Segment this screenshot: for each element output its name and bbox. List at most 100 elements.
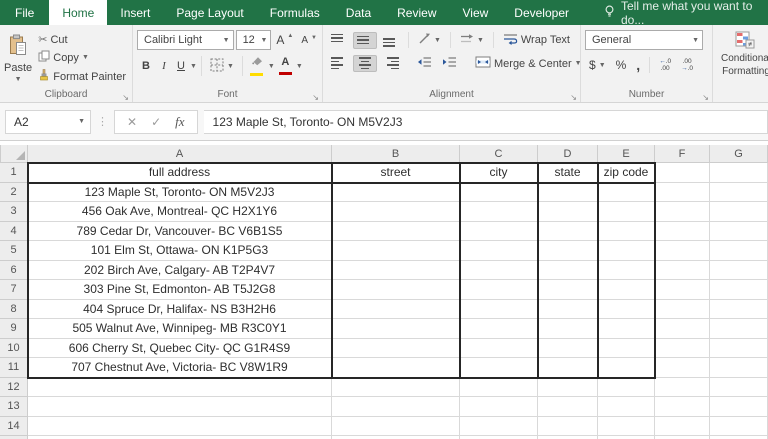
cell-B14[interactable] [332, 417, 460, 437]
cell-C1[interactable]: city [460, 163, 538, 183]
fill-color-dropdown-arrow[interactable]: ▼ [268, 63, 275, 70]
cell-D2[interactable] [538, 183, 598, 203]
cell-A6[interactable]: 202 Birch Ave, Calgary- AB T2P4V7 [28, 261, 332, 281]
row-header-5[interactable]: 5 [0, 241, 28, 261]
cell-B3[interactable] [332, 202, 460, 222]
cell-E2[interactable] [598, 183, 655, 203]
cell-B9[interactable] [332, 319, 460, 339]
cell-F7[interactable] [655, 280, 710, 300]
cell-E1[interactable]: zip code [598, 163, 655, 183]
cell-E13[interactable] [598, 397, 655, 417]
cell-A5[interactable]: 101 Elm St, Ottawa- ON K1P5G3 [28, 241, 332, 261]
cell-F11[interactable] [655, 358, 710, 378]
cell-G13[interactable] [710, 397, 768, 417]
cell-D14[interactable] [538, 417, 598, 437]
font-name-combo[interactable]: Calibri Light ▼ [137, 30, 234, 50]
merge-center-button[interactable]: Merge & Center ▼ [471, 54, 586, 73]
align-top-button[interactable] [327, 32, 351, 49]
cell-G2[interactable] [710, 183, 768, 203]
formula-input[interactable]: 123 Maple St, Toronto- ON M5V2J3 [204, 110, 768, 134]
row-header-6[interactable]: 6 [0, 261, 28, 281]
cell-D7[interactable] [538, 280, 598, 300]
text-direction-button[interactable]: ▼ [456, 31, 488, 50]
cell-G3[interactable] [710, 202, 768, 222]
paste-button[interactable]: Paste ▼ [4, 28, 32, 88]
row-header-7[interactable]: 7 [0, 280, 28, 300]
align-right-button[interactable] [379, 55, 403, 72]
font-color-dropdown-arrow[interactable]: ▼ [296, 63, 303, 70]
cell-F4[interactable] [655, 222, 710, 242]
cell-C14[interactable] [460, 417, 538, 437]
percent-style-button[interactable]: % [612, 56, 631, 74]
column-header-A[interactable]: A [28, 145, 332, 163]
tab-file[interactable]: File [0, 0, 49, 25]
cell-C7[interactable] [460, 280, 538, 300]
row-header-13[interactable]: 13 [0, 397, 28, 417]
cell-E14[interactable] [598, 417, 655, 437]
borders-button[interactable]: ▼ [206, 56, 238, 77]
cell-C10[interactable] [460, 339, 538, 359]
increase-indent-button[interactable] [438, 54, 461, 73]
font-color-button[interactable]: A [276, 55, 295, 77]
formula-bar-resize-handle[interactable]: ⋮ [91, 115, 114, 128]
align-bottom-button[interactable] [379, 32, 403, 49]
align-middle-button[interactable] [353, 32, 377, 49]
tab-developer[interactable]: Developer [501, 0, 582, 25]
cell-B6[interactable] [332, 261, 460, 281]
tab-view[interactable]: View [450, 0, 502, 25]
cell-E10[interactable] [598, 339, 655, 359]
cut-button[interactable]: ✂ Cut [34, 31, 130, 48]
cell-E9[interactable] [598, 319, 655, 339]
bold-button[interactable]: B [137, 58, 155, 74]
cell-B5[interactable] [332, 241, 460, 261]
column-header-G[interactable]: G [710, 145, 768, 163]
copy-button[interactable]: Copy ▼ [34, 48, 130, 67]
tab-page-layout[interactable]: Page Layout [163, 0, 256, 25]
cell-C11[interactable] [460, 358, 538, 378]
cell-A13[interactable] [28, 397, 332, 417]
cell-A3[interactable]: 456 Oak Ave, Montreal- QC H2X1Y6 [28, 202, 332, 222]
cell-F9[interactable] [655, 319, 710, 339]
tell-me-box[interactable]: Tell me what you want to do... [604, 0, 768, 25]
cell-G6[interactable] [710, 261, 768, 281]
tab-review[interactable]: Review [384, 0, 449, 25]
insert-function-icon[interactable]: fx [175, 114, 184, 130]
cell-F10[interactable] [655, 339, 710, 359]
row-header-11[interactable]: 11 [0, 358, 28, 378]
cell-A2[interactable]: 123 Maple St, Toronto- ON M5V2J3 [28, 183, 332, 203]
cell-G12[interactable] [710, 378, 768, 398]
cell-G1[interactable] [710, 163, 768, 183]
cell-A11[interactable]: 707 Chestnut Ave, Victoria- BC V8W1R9 [28, 358, 332, 378]
cell-G11[interactable] [710, 358, 768, 378]
alignment-dialog-launcher-icon[interactable]: ↘ [570, 93, 577, 102]
cell-E4[interactable] [598, 222, 655, 242]
cell-F6[interactable] [655, 261, 710, 281]
italic-button[interactable]: I [156, 58, 172, 74]
cell-C6[interactable] [460, 261, 538, 281]
tab-home[interactable]: Home [49, 0, 107, 25]
cell-C13[interactable] [460, 397, 538, 417]
column-header-C[interactable]: C [460, 145, 538, 163]
format-painter-button[interactable]: Format Painter [34, 67, 130, 86]
cell-C9[interactable] [460, 319, 538, 339]
cell-D4[interactable] [538, 222, 598, 242]
cell-G10[interactable] [710, 339, 768, 359]
column-header-F[interactable]: F [655, 145, 710, 163]
copy-dropdown-arrow[interactable]: ▼ [82, 54, 89, 61]
cell-A1[interactable]: full address [28, 163, 332, 183]
tab-formulas[interactable]: Formulas [257, 0, 333, 25]
cell-C4[interactable] [460, 222, 538, 242]
cell-D10[interactable] [538, 339, 598, 359]
underline-dropdown-arrow[interactable]: ▼ [190, 63, 197, 70]
select-all-corner[interactable] [0, 145, 28, 163]
cell-G8[interactable] [710, 300, 768, 320]
align-center-button[interactable] [353, 55, 377, 72]
cell-F8[interactable] [655, 300, 710, 320]
cell-F14[interactable] [655, 417, 710, 437]
cell-G4[interactable] [710, 222, 768, 242]
cell-G7[interactable] [710, 280, 768, 300]
row-header-1[interactable]: 1 [0, 163, 28, 183]
row-header-10[interactable]: 10 [0, 339, 28, 359]
cell-G9[interactable] [710, 319, 768, 339]
tab-insert[interactable]: Insert [107, 0, 163, 25]
